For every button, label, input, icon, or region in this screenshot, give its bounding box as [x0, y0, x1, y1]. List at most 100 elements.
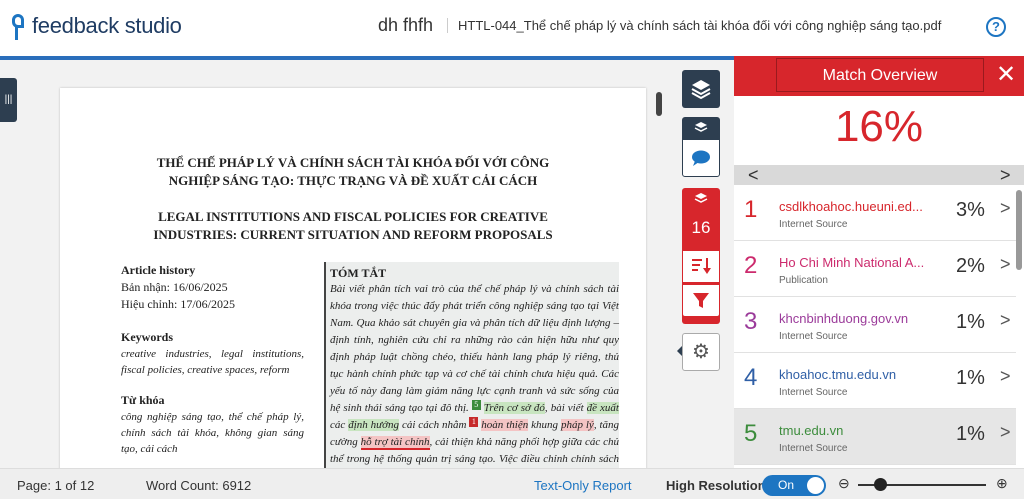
abstract-fragment: , [429, 436, 433, 448]
abstract-fragment: thị. [454, 402, 469, 414]
similarity-layer[interactable]: 16 [682, 188, 720, 324]
match-marker-5[interactable]: 5 [471, 400, 481, 410]
settings-button[interactable]: ⚙ [682, 333, 720, 371]
abstract-fragment: khung [531, 419, 559, 431]
chevron-right-icon[interactable]: > [1000, 366, 1011, 387]
title-vn-line-2: NGHIỆP SÁNG TẠO: THỰC TRẠNG VÀ ĐỀ XUẤT C… [168, 173, 538, 188]
source-percent: 2% [956, 255, 985, 277]
tukhoa-text: công nghiệp sáng tạo, thể chế pháp lý, c… [121, 411, 304, 455]
source-percent: 1% [956, 367, 985, 389]
text-only-report-link[interactable]: Text-Only Report [534, 478, 632, 493]
article-info-column: Article history Bản nhận: 16/06/2025 Hiệ… [121, 262, 304, 457]
panel-nav: < > [734, 165, 1024, 185]
source-number: 1 [744, 196, 758, 223]
match-highlight[interactable]: hỗ trợ tài chính [360, 436, 430, 450]
gear-icon: ⚙ [692, 341, 710, 363]
side-panel-handle-icon[interactable]: ||| [0, 78, 17, 122]
sort-button[interactable] [682, 250, 720, 283]
logo-icon [10, 12, 26, 40]
source-type: Internet Source [779, 219, 848, 230]
overall-similarity: 16% [834, 102, 924, 151]
source-row[interactable]: 3 khcnbinhduong.gov.vn Internet Source 1… [734, 297, 1016, 353]
layers-button[interactable] [682, 70, 720, 108]
title-vn-line-1: THỂ CHẾ PHÁP LÝ VÀ CHÍNH SÁCH TÀI KHÓA Đ… [156, 155, 550, 170]
title-en-line-1: LEGAL INSTITUTIONS AND FISCAL POLICIES F… [158, 209, 548, 224]
match-overview-panel: Match Overview ✕ 16% < > 1 csdlkhoahoc.h… [734, 56, 1024, 468]
toggle-label: On [778, 478, 795, 492]
chevron-left-icon[interactable]: < [748, 165, 759, 185]
filter-button[interactable] [682, 284, 720, 317]
zoom-slider-knob[interactable] [874, 478, 887, 491]
received-date: Bản nhận: 16/06/2025 [121, 280, 228, 294]
source-percent: 1% [956, 423, 985, 445]
close-icon[interactable]: ✕ [994, 63, 1018, 87]
match-marker-1[interactable]: 1 [469, 417, 479, 427]
app-header: feedback studio dh fhfh HTTL-044_Thể chế… [0, 0, 1024, 56]
user-name: dh fhfh [378, 15, 434, 35]
feedback-studio-logo: feedback studio [10, 12, 182, 40]
source-name: khoahoc.tmu.edu.vn [779, 367, 897, 382]
layers-icon [694, 122, 708, 132]
chevron-right-icon[interactable]: > [1000, 198, 1011, 219]
page-indicator: Page: 1 of 12 [17, 478, 95, 493]
chevron-right-icon[interactable]: > [1000, 254, 1011, 275]
source-name: tmu.edu.vn [779, 423, 844, 438]
source-number: 3 [744, 308, 758, 335]
chevron-right-icon[interactable]: > [1000, 310, 1011, 331]
match-highlight[interactable]: hoàn thiện [481, 419, 529, 431]
zoom-in-icon[interactable]: ⊕ [996, 475, 1008, 492]
source-row-selected[interactable]: 5 tmu.edu.vn Internet Source 1% > [734, 409, 1016, 465]
high-resolution-toggle[interactable]: On [762, 475, 826, 496]
layers-icon [694, 193, 708, 203]
source-name: csdlkhoahoc.hueuni.ed... [779, 199, 923, 214]
toggle-knob [807, 477, 824, 494]
source-type: Internet Source [779, 387, 848, 398]
source-list: 1 csdlkhoahoc.hueuni.ed... Internet Sour… [734, 185, 1024, 468]
help-icon[interactable]: ? [986, 17, 1006, 37]
zoom-out-icon[interactable]: ⊖ [838, 475, 850, 492]
keywords-heading: Keywords [121, 330, 173, 344]
match-highlight[interactable]: pháp lý [560, 419, 594, 431]
panel-scrollbar[interactable] [1016, 190, 1022, 270]
chevron-right-icon[interactable]: > [1000, 422, 1011, 443]
logo-text: feedback studio [32, 13, 182, 38]
source-type: Internet Source [779, 443, 848, 454]
panel-title[interactable]: Match Overview [776, 58, 984, 92]
source-percent: 3% [956, 199, 985, 221]
document-name: HTTL-044_Thể chế pháp lý và chính sách t… [447, 18, 941, 33]
abstract-fragment: nhằm [442, 419, 467, 431]
word-count: Word Count: 6912 [146, 478, 252, 493]
source-name: Ho Chi Minh National A... [779, 255, 925, 270]
tukhoa-heading: Từ khóa [121, 393, 165, 407]
match-count: 16 [691, 218, 711, 237]
abstract-fragment: , bài viết [544, 402, 584, 414]
title-en-line-2: INDUSTRIES: CURRENT SITUATION AND REFORM… [153, 227, 553, 242]
comments-button[interactable] [682, 139, 720, 177]
document-scrollbar[interactable] [656, 92, 662, 116]
match-highlight[interactable]: Trên cơ sở đó [483, 402, 545, 414]
source-percent: 1% [956, 311, 985, 333]
source-row[interactable]: 4 khoahoc.tmu.edu.vn Internet Source 1% … [734, 353, 1016, 409]
panel-header: Match Overview ✕ [734, 56, 1024, 96]
abstract-fragment: cải cách [401, 419, 440, 431]
source-row[interactable]: 2 Ho Chi Minh National A... Publication … [734, 241, 1016, 297]
source-number: 4 [744, 364, 758, 391]
comments-layer-header[interactable] [682, 117, 720, 139]
chevron-right-icon[interactable]: > [1000, 165, 1011, 185]
history-heading: Article history [121, 263, 196, 277]
source-type: Internet Source [779, 331, 848, 342]
abstract-text: Bài viết phân tích vai trò của thể chế p… [330, 281, 619, 478]
source-type: Publication [779, 275, 828, 286]
abstract-heading: TÓM TẮT [330, 266, 387, 280]
source-name: khcnbinhduong.gov.vn [779, 311, 909, 326]
match-highlight[interactable]: đề xuất [586, 402, 619, 414]
match-highlight[interactable]: định hướng [348, 419, 400, 431]
abstract-fragment: các [330, 419, 346, 431]
source-row[interactable]: 1 csdlkhoahoc.hueuni.ed... Internet Sour… [734, 185, 1016, 241]
document-page: THỂ CHẾ PHÁP LÝ VÀ CHÍNH SÁCH TÀI KHÓA Đ… [60, 88, 646, 478]
abstract-paragraph: Bài viết phân tích vai trò của thể chế p… [330, 283, 619, 414]
source-number: 5 [744, 420, 758, 447]
filter-icon [693, 293, 709, 308]
sort-icon [692, 258, 711, 274]
keywords-text: creative industries, legal institutions,… [121, 348, 304, 376]
